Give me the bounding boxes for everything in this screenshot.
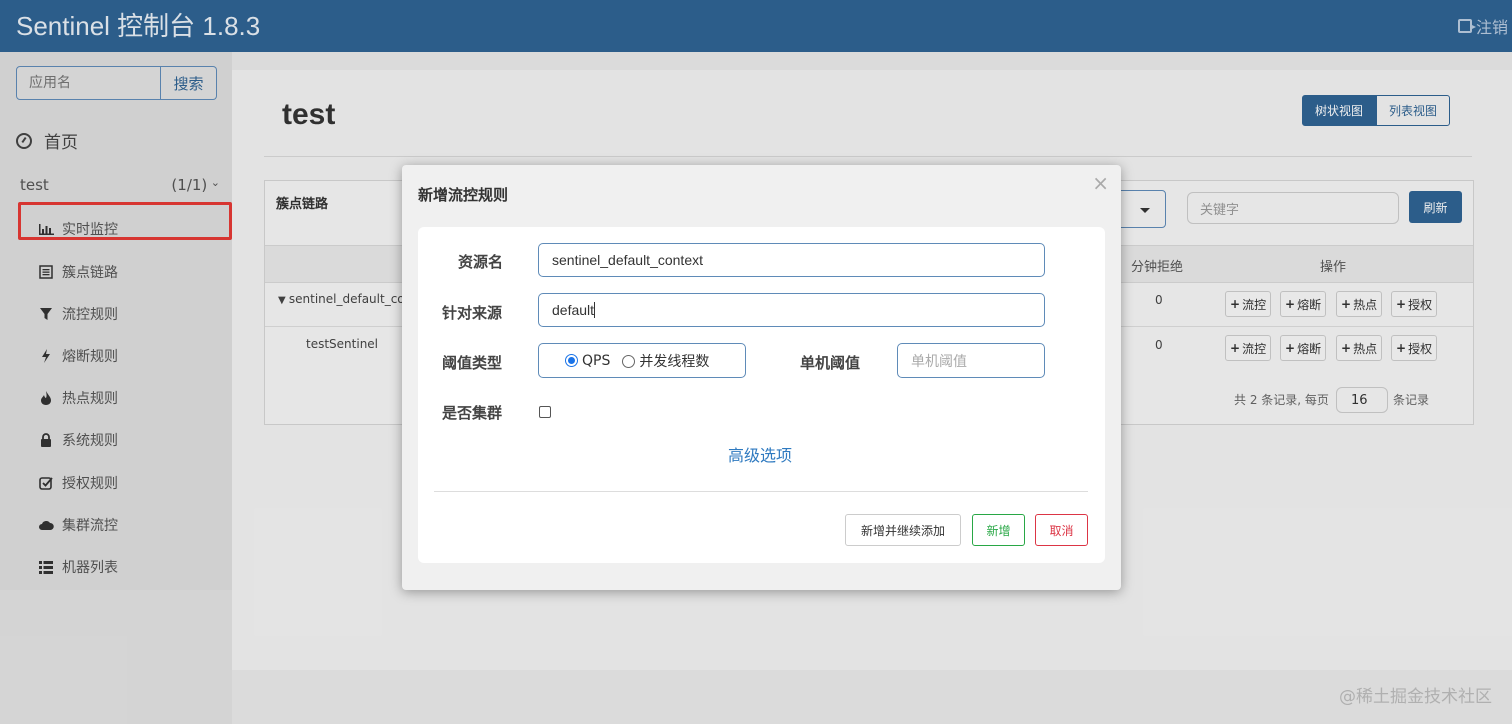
origin-input[interactable]: default [538,293,1045,327]
resource-name-input[interactable]: sentinel_default_context [538,243,1045,277]
threshold-type-radio-group: QPS 并发线程数 [538,343,746,378]
radio-threads[interactable]: 并发线程数 [622,351,709,371]
single-threshold-input[interactable]: 单机阈值 [897,343,1045,378]
cancel-button[interactable]: 取消 [1035,514,1088,546]
add-button[interactable]: 新增 [972,514,1025,546]
add-flow-rule-dialog: 新增流控规则 × 资源名 sentinel_default_context 针对… [402,165,1121,590]
text-cursor [594,302,596,318]
resource-name-label: 资源名 [458,253,504,271]
radio-qps[interactable]: QPS [565,353,610,369]
radio-checked-icon [565,354,578,367]
dialog-divider [434,491,1088,492]
threshold-type-label: 阈值类型 [442,354,503,372]
dialog-form: 资源名 sentinel_default_context 针对来源 defaul… [418,227,1105,563]
radio-unchecked-icon [622,355,636,368]
origin-label: 针对来源 [442,304,503,322]
single-threshold-label: 单机阈值 [800,354,861,372]
add-and-continue-button[interactable]: 新增并继续添加 [845,514,961,546]
cluster-label: 是否集群 [442,404,503,422]
close-icon[interactable]: × [1092,171,1109,195]
advanced-options-link[interactable]: 高级选项 [728,442,792,466]
dialog-title: 新增流控规则 [418,186,509,204]
cluster-checkbox[interactable] [539,406,551,418]
